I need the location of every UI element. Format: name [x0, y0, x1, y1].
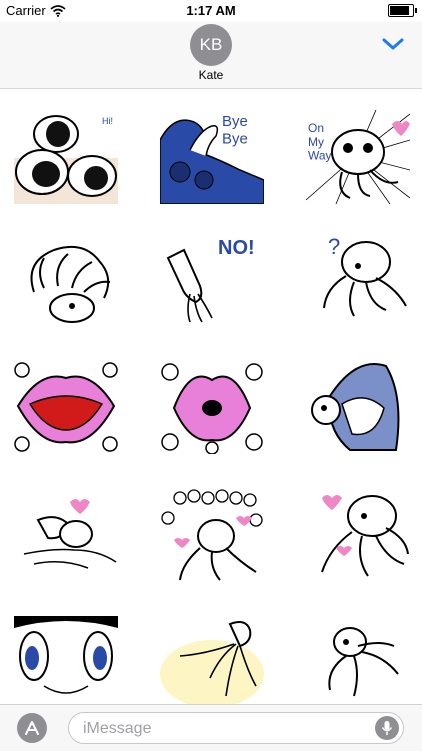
- microphone-button[interactable]: [375, 716, 399, 740]
- battery-level: [390, 6, 409, 15]
- sticker-octopus-tentacles[interactable]: [14, 232, 118, 326]
- sticker-squid-no[interactable]: NO!: [160, 232, 264, 326]
- avatar[interactable]: KB: [190, 24, 232, 66]
- sticker-octopus-eyes[interactable]: [14, 616, 118, 710]
- microphone-icon: [381, 721, 393, 735]
- sticker-lips-tongue[interactable]: [14, 360, 118, 454]
- app-store-icon: [25, 721, 39, 735]
- sticker-shark-octopus[interactable]: [306, 360, 410, 454]
- sticker-caption: ?: [328, 234, 340, 259]
- clock: 1:17 AM: [186, 3, 236, 18]
- sticker-lips-kiss[interactable]: [160, 360, 264, 454]
- sticker-caption: On My Way: [308, 121, 332, 163]
- message-input-bar: iMessage: [0, 704, 422, 751]
- app-store-button[interactable]: [17, 713, 47, 743]
- sticker-octopus-on-my-way[interactable]: On My Way: [306, 110, 410, 204]
- sticker-octopus-question[interactable]: ?: [306, 232, 410, 326]
- imessage-placeholder: iMessage: [83, 720, 152, 737]
- sticker-octopus-hi[interactable]: Hi!: [14, 110, 118, 204]
- status-bar: Carrier 1:17 AM: [0, 0, 422, 22]
- battery-icon: [388, 4, 417, 17]
- sticker-octopus-crawling[interactable]: [306, 616, 410, 710]
- sticker-octopus-bye-bye[interactable]: Bye Bye: [160, 110, 264, 204]
- sticker-grid: Hi! Bye Bye On My Way NO! ?: [0, 104, 422, 708]
- contact-name[interactable]: Kate: [0, 68, 422, 82]
- imessage-field[interactable]: iMessage: [68, 712, 404, 744]
- conversation-header: KB Kate: [0, 22, 422, 89]
- sticker-squid-octopus-heart[interactable]: [14, 488, 118, 582]
- sticker-caption: Bye Bye: [222, 113, 248, 147]
- avatar-initials: KB: [199, 35, 223, 54]
- sticker-octopus-hearts[interactable]: [306, 488, 410, 582]
- sticker-caption: NO!: [218, 237, 255, 259]
- sticker-octopus-eggs-hearts[interactable]: [160, 488, 264, 582]
- chevron-down-icon[interactable]: [382, 36, 404, 52]
- sticker-squid-sunburst[interactable]: [160, 616, 264, 710]
- sticker-caption: Hi!: [102, 116, 113, 126]
